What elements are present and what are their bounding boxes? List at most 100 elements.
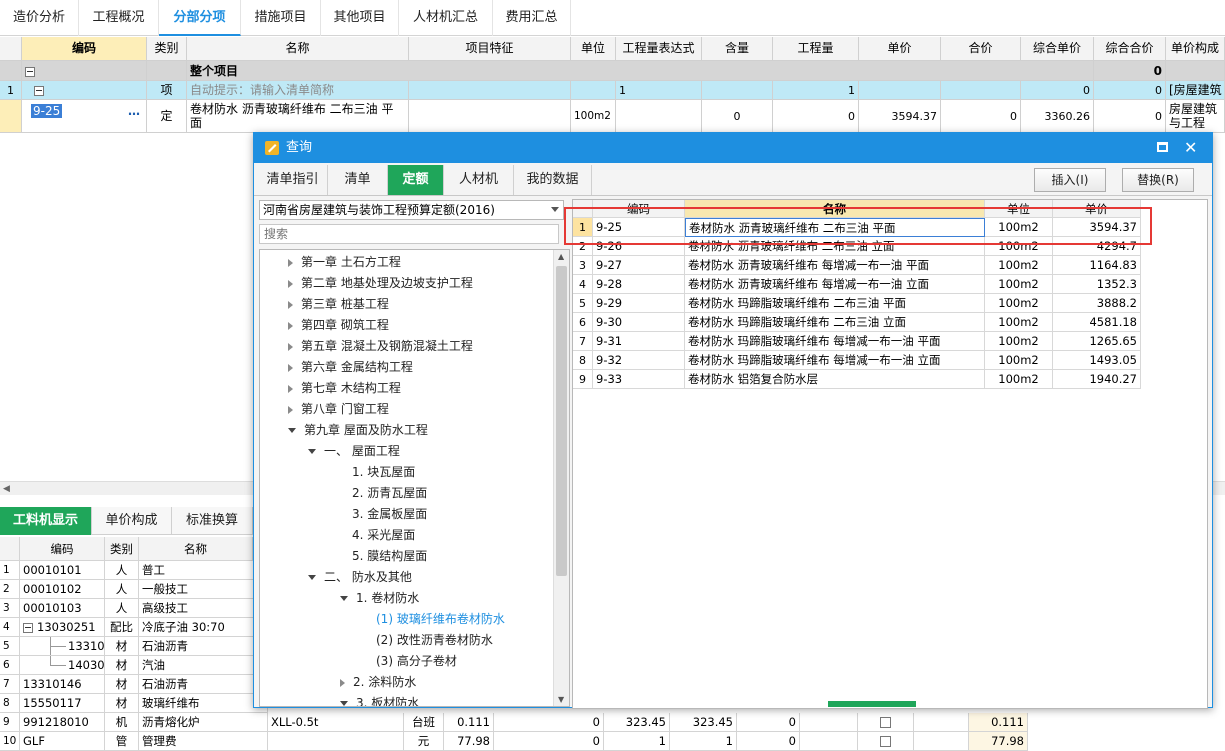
close-icon[interactable]: ✕: [1184, 133, 1197, 163]
material-code[interactable]: 991218010: [20, 713, 105, 732]
row-toggle[interactable]: [22, 81, 147, 100]
col-header-code[interactable]: 编码: [20, 537, 105, 561]
material-c[interactable]: 323.45: [604, 713, 670, 732]
col-header-type[interactable]: 类别: [105, 537, 139, 561]
tab-labor-material-display[interactable]: 工料机显示: [0, 507, 92, 535]
tab-sub-items[interactable]: 分部分项: [159, 0, 241, 36]
result-no[interactable]: 4: [573, 275, 593, 294]
result-code[interactable]: 9-31: [593, 332, 685, 351]
col-header-feature[interactable]: 项目特征: [409, 37, 571, 61]
row-comp-price[interactable]: 3360.26: [1021, 100, 1094, 133]
collapsed-arrow-icon[interactable]: [340, 678, 345, 687]
row-name[interactable]: 卷材防水 沥青玻璃纤维布 二布三油 平面: [187, 100, 409, 133]
tree-node[interactable]: 第五章 混凝土及钢筋混凝土工程: [288, 336, 473, 357]
material-name[interactable]: 沥青熔化炉: [139, 713, 268, 732]
collapsed-arrow-icon[interactable]: [288, 405, 293, 414]
material-no[interactable]: 1: [0, 561, 20, 580]
collapsed-arrow-icon[interactable]: [288, 300, 293, 309]
col-header-price[interactable]: 单价: [859, 37, 941, 61]
material-name[interactable]: 冷底子油 30:70: [139, 618, 268, 637]
material-name[interactable]: 管理费: [139, 732, 268, 751]
material-type[interactable]: 配比: [105, 618, 139, 637]
expanded-arrow-icon[interactable]: [308, 449, 316, 454]
tab-my-data[interactable]: 我的数据: [514, 165, 592, 195]
col-header-price-composition[interactable]: 单价构成: [1166, 37, 1225, 61]
result-name[interactable]: 卷材防水 玛蹄脂玻璃纤维布 二布三油 平面: [685, 294, 985, 313]
material-spec[interactable]: XLL-0.5t: [268, 713, 404, 732]
result-unit[interactable]: 100m2: [985, 351, 1053, 370]
material-name[interactable]: 汽油: [139, 656, 268, 675]
result-price[interactable]: 3888.2: [1053, 294, 1141, 313]
tab-list-guide[interactable]: 清单指引: [258, 165, 328, 195]
material-a[interactable]: 77.98: [444, 732, 494, 751]
material-e[interactable]: 0: [737, 732, 800, 751]
expanded-arrow-icon[interactable]: [340, 596, 348, 601]
dialog-titlebar[interactable]: 查询 ✕: [254, 133, 1212, 163]
tab-labor-material-machine[interactable]: 人材机: [444, 165, 514, 195]
tree-node[interactable]: 第八章 门窗工程: [288, 399, 389, 420]
col-header-name[interactable]: 名称: [187, 37, 409, 61]
material-no[interactable]: 6: [0, 656, 20, 675]
tab-other-items[interactable]: 其他项目: [321, 0, 399, 36]
material-code[interactable]: 00010102: [20, 580, 105, 599]
row-comp-total[interactable]: 0: [1094, 81, 1166, 100]
tree-node[interactable]: 3. 金属板屋面: [340, 504, 427, 525]
material-_[interactable]: [800, 713, 858, 732]
result-unit[interactable]: 100m2: [985, 332, 1053, 351]
col-header-code[interactable]: 编码: [22, 37, 147, 61]
material-type[interactable]: 管: [105, 732, 139, 751]
row-content[interactable]: 0: [702, 100, 773, 133]
tab-price-composition[interactable]: 单价构成: [92, 507, 172, 535]
material-b[interactable]: 0: [494, 732, 604, 751]
material-name[interactable]: 高级技工: [139, 599, 268, 618]
result-code[interactable]: 9-28: [593, 275, 685, 294]
row-type[interactable]: 项: [147, 81, 187, 100]
material-type[interactable]: 材: [105, 694, 139, 713]
auto-hint[interactable]: 自动提示：请输入清单简称: [187, 81, 409, 100]
material-no[interactable]: 3: [0, 599, 20, 618]
code-value[interactable]: 9-25: [31, 104, 63, 118]
tree-node[interactable]: 第七章 木结构工程: [288, 378, 401, 399]
material-d[interactable]: 1: [670, 732, 737, 751]
material-_[interactable]: [800, 732, 858, 751]
material-no[interactable]: 7: [0, 675, 20, 694]
search-input[interactable]: [259, 224, 559, 244]
tree-node[interactable]: 第二章 地基处理及边坡支护工程: [288, 273, 473, 294]
material-no[interactable]: 5: [0, 637, 20, 656]
material-code[interactable]: 15550117: [20, 694, 105, 713]
tree-node[interactable]: 1. 卷材防水: [340, 588, 419, 609]
result-price[interactable]: 1493.05: [1053, 351, 1141, 370]
tree-node[interactable]: 第四章 砌筑工程: [288, 315, 389, 336]
row-total[interactable]: 0: [941, 100, 1021, 133]
result-name[interactable]: 卷材防水 铝箔复合防水层: [685, 370, 985, 389]
tree-node[interactable]: 第三章 桩基工程: [288, 294, 389, 315]
tree-node[interactable]: 第一章 土石方工程: [288, 252, 401, 273]
material-no[interactable]: 10: [0, 732, 20, 751]
material-type[interactable]: 人: [105, 580, 139, 599]
tree-node[interactable]: 第六章 金属结构工程: [288, 357, 413, 378]
result-unit[interactable]: 100m2: [985, 313, 1053, 332]
material-f[interactable]: 0.111: [969, 713, 1028, 732]
result-price[interactable]: 1164.83: [1053, 256, 1141, 275]
collapsed-arrow-icon[interactable]: [288, 321, 293, 330]
material-_2[interactable]: [914, 713, 969, 732]
code-cell[interactable]: 9-25 …: [22, 100, 147, 133]
material-chk[interactable]: [858, 713, 914, 732]
result-name[interactable]: 卷材防水 玛蹄脂玻璃纤维布 每增减一布一油 立面: [685, 351, 985, 370]
result-code[interactable]: 9-32: [593, 351, 685, 370]
tree-node[interactable]: 第九章 屋面及防水工程: [288, 420, 428, 441]
result-name[interactable]: 卷材防水 玛蹄脂玻璃纤维布 每增减一布一油 平面: [685, 332, 985, 351]
collapsed-arrow-icon[interactable]: [288, 363, 293, 372]
result-unit[interactable]: 100m2: [985, 294, 1053, 313]
material-no[interactable]: 2: [0, 580, 20, 599]
tree-vscrollbar[interactable]: ▲ ▼: [553, 250, 569, 706]
result-code[interactable]: 9-33: [593, 370, 685, 389]
result-name[interactable]: 卷材防水 沥青玻璃纤维布 每增减一布一油 平面: [685, 256, 985, 275]
scroll-down-icon[interactable]: ▼: [558, 695, 564, 704]
col-header-content[interactable]: 含量: [702, 37, 773, 61]
material-a[interactable]: 0.111: [444, 713, 494, 732]
col-header-expr[interactable]: 工程量表达式: [616, 37, 702, 61]
collapsed-arrow-icon[interactable]: [288, 279, 293, 288]
more-button[interactable]: …: [128, 102, 140, 120]
material-e[interactable]: 0: [737, 713, 800, 732]
